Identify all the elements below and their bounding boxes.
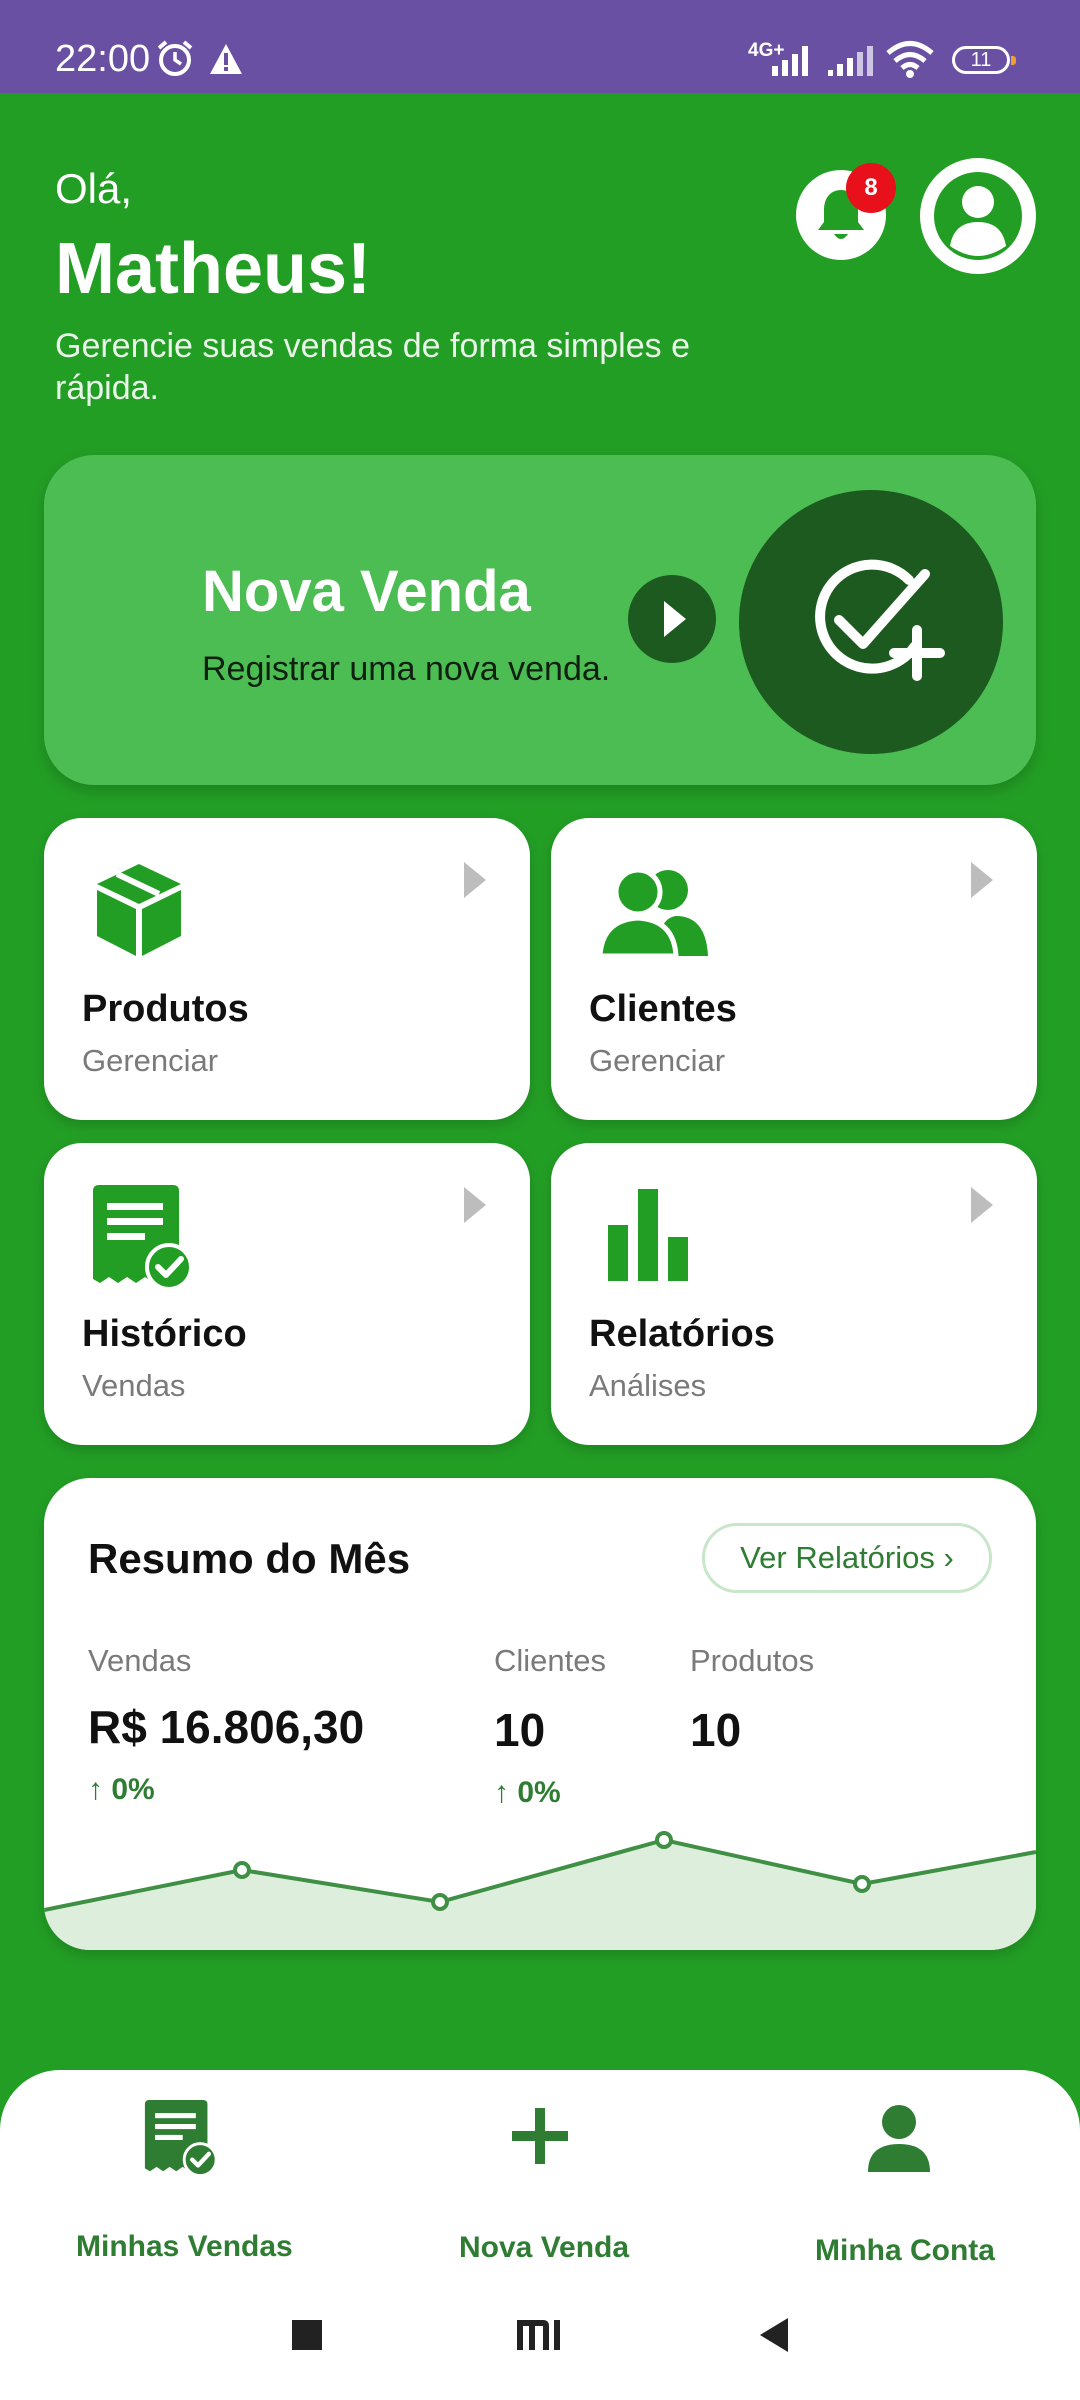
nav-minhas-vendas[interactable]: Minhas Vendas [40, 2100, 320, 2263]
nova-venda-card[interactable]: Nova Venda Registrar uma nova venda. [44, 455, 1036, 785]
nova-venda-title: Nova Venda [202, 559, 531, 624]
tile-subtitle: Vendas [82, 1368, 186, 1403]
summary-card: Resumo do Mês Ver Relatórios › Vendas R$… [44, 1478, 1036, 1950]
wifi-icon [886, 41, 934, 78]
users-icon [597, 867, 708, 959]
box-icon [97, 864, 181, 956]
signal-icon [828, 46, 873, 76]
tile-clientes[interactable]: Clientes Gerenciar [551, 818, 1037, 1120]
tile-title: Histórico [82, 1313, 247, 1355]
person-icon [868, 2105, 930, 2172]
tile-subtitle: Análises [589, 1368, 707, 1403]
tile-subtitle: Gerenciar [82, 1043, 219, 1078]
tile-title: Relatórios [589, 1313, 775, 1355]
avatar-icon [934, 172, 1022, 260]
recent-apps-button[interactable] [290, 2318, 324, 2352]
signal-icon [772, 46, 808, 76]
summary-sparkline [44, 1831, 1036, 1950]
bar-chart-icon [608, 1189, 688, 1281]
notification-badge: 8 [846, 163, 896, 213]
nav-label: Nova Venda [459, 2231, 630, 2264]
tile-subtitle: Gerenciar [589, 1043, 726, 1078]
warning-icon [210, 44, 242, 74]
battery-icon: 11 [952, 46, 1016, 74]
receipt-check-icon [93, 1185, 193, 1291]
tile-relatorios[interactable]: Relatórios Análises [551, 1143, 1037, 1445]
nova-venda-arrow-button[interactable] [628, 575, 716, 663]
stat-label-vendas: Vendas [88, 1643, 192, 1678]
sparkline-point [655, 1831, 673, 1849]
stat-value-vendas: R$ 16.806,30 [88, 1701, 365, 1753]
plus-icon [512, 2108, 568, 2164]
nova-venda-icon-circle [739, 490, 1003, 754]
chevron-right-icon [971, 1187, 993, 1223]
header-subtitle: Gerencie suas vendas de forma simples e … [55, 327, 690, 407]
back-button[interactable] [758, 2316, 790, 2354]
tile-produtos[interactable]: Produtos Gerenciar [44, 818, 530, 1120]
chevron-right-icon [971, 862, 993, 898]
check-plus-icon [815, 559, 945, 681]
chevron-right-icon [464, 1187, 486, 1223]
status-time: 22:00 [55, 38, 151, 80]
stat-label-clientes: Clientes [494, 1643, 606, 1678]
play-arrow-icon [664, 601, 686, 637]
tile-historico[interactable]: Histórico Vendas [44, 1143, 530, 1445]
sparkline-point [233, 1861, 251, 1879]
nav-minha-conta[interactable]: Minha Conta [760, 2100, 1040, 2267]
sparkline-point [853, 1875, 871, 1893]
nav-nova-venda[interactable]: Nova Venda [400, 2100, 680, 2264]
tile-title: Produtos [82, 988, 249, 1030]
stat-label-produtos: Produtos [690, 1643, 815, 1678]
summary-title: Resumo do Mês [88, 1535, 411, 1582]
tile-title: Clientes [589, 988, 737, 1030]
ver-relatorios-button[interactable]: Ver Relatórios › [702, 1523, 992, 1593]
home-button[interactable] [515, 2318, 561, 2352]
sparkline-point [431, 1893, 449, 1911]
profile-button[interactable] [920, 158, 1036, 274]
receipt-check-icon [144, 2100, 218, 2178]
alarm-icon [157, 40, 193, 76]
chevron-right-icon [464, 862, 486, 898]
user-name: Matheus! [55, 229, 372, 309]
status-bar: 22:00 4G+ 11 [0, 0, 1080, 93]
nav-label: Minha Conta [815, 2234, 995, 2267]
greeting-text: Olá, [55, 165, 133, 212]
nav-label: Minhas Vendas [76, 2230, 293, 2263]
nova-venda-subtitle: Registrar uma nova venda. [202, 650, 611, 688]
